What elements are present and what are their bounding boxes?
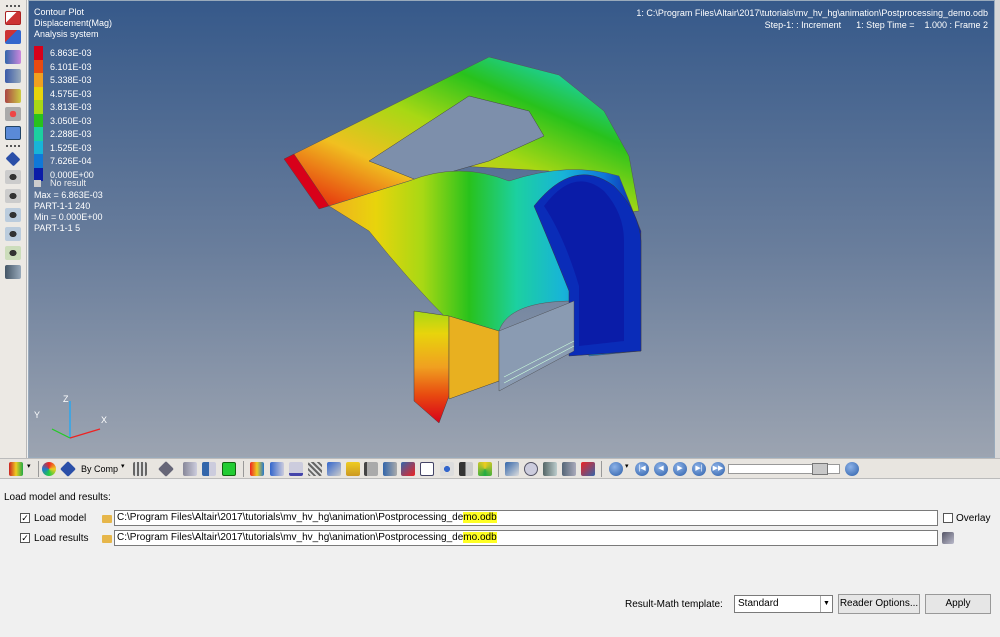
eye-icon[interactable] — [5, 170, 21, 184]
wireframe-icon[interactable] — [133, 462, 147, 476]
feature-lines-icon[interactable] — [183, 462, 197, 476]
toolbar-separator — [38, 461, 39, 477]
model-path-prefix: C:\Program Files\Altair\2017\tutorials\m… — [117, 512, 464, 523]
eye-icon[interactable] — [5, 246, 21, 260]
load-panel: Load model and results: ✓ Load model C:\… — [0, 480, 1000, 637]
axis-z-label: Z — [63, 394, 69, 404]
section-title: Load model and results: — [4, 492, 111, 503]
play-icon[interactable]: ▶ — [673, 462, 687, 476]
vector-icon[interactable] — [5, 30, 21, 44]
query-icon[interactable] — [383, 462, 397, 476]
model-path-highlight: mo.odb — [463, 512, 497, 523]
shaded-icon[interactable] — [158, 461, 174, 477]
iso-icon[interactable] — [5, 89, 21, 103]
move-icon[interactable] — [459, 462, 473, 476]
load-results-checkbox[interactable]: ✓ — [20, 533, 30, 543]
deformed-icon[interactable] — [5, 69, 21, 83]
left-toolbar — [0, 0, 27, 458]
toolbar-grip — [6, 145, 20, 147]
eye-icon[interactable] — [5, 227, 21, 241]
load-model-label: Load model — [34, 513, 87, 524]
note-icon[interactable] — [401, 462, 415, 476]
component-icon[interactable] — [222, 462, 236, 476]
results-path-field[interactable]: C:\Program Files\Altair\2017\tutorials\m… — [114, 530, 938, 546]
model-geometry — [283, 56, 642, 424]
chevron-down-icon[interactable]: ▾ — [27, 462, 33, 476]
previous-frame-icon[interactable]: ◀ — [654, 462, 668, 476]
overlay-checkbox[interactable] — [943, 513, 953, 523]
legend-icon[interactable] — [250, 462, 264, 476]
chevron-down-icon[interactable]: ▾ — [121, 462, 129, 476]
template-value: Standard — [738, 598, 779, 609]
graphics-viewport[interactable]: Contour Plot Displacement(Mag) Analysis … — [28, 0, 995, 458]
gear-icon[interactable] — [845, 462, 859, 476]
display-icon[interactable] — [5, 151, 21, 167]
chart-icon[interactable] — [581, 462, 595, 476]
contour-icon[interactable] — [5, 11, 21, 25]
axis-y-label: Y — [34, 410, 41, 420]
tracking-icon[interactable] — [5, 107, 21, 121]
truck-icon[interactable] — [543, 462, 557, 476]
tensor-icon[interactable] — [5, 50, 21, 64]
eye-icon[interactable] — [5, 189, 21, 203]
color-wheel-icon[interactable] — [42, 462, 56, 476]
tool-icon[interactable] — [505, 462, 519, 476]
plane-icon[interactable] — [289, 462, 303, 476]
cube-icon[interactable] — [60, 461, 76, 477]
chevron-down-icon[interactable]: ▾ — [625, 462, 631, 476]
mirror-icon[interactable] — [202, 462, 216, 476]
toolbar-separator — [498, 461, 499, 477]
measure-icon[interactable] — [364, 462, 378, 476]
toolbar-grip — [6, 5, 20, 7]
toolbar-separator — [601, 461, 602, 477]
folder-icon[interactable] — [102, 535, 112, 543]
viewport-scroll-strip — [995, 0, 1000, 458]
axis-triad — [51, 401, 101, 439]
last-frame-icon[interactable]: ▶▶ — [711, 462, 725, 476]
overlay-label: Overlay — [956, 513, 991, 524]
toolbar-separator — [243, 461, 244, 477]
contour-mode-icon[interactable] — [9, 462, 23, 476]
rotate-icon[interactable] — [478, 462, 492, 476]
axis-x-label: X — [101, 415, 108, 425]
table-icon[interactable] — [420, 462, 434, 476]
eye-icon[interactable] — [5, 208, 21, 222]
folder-icon[interactable] — [102, 515, 112, 523]
bar-icon[interactable] — [270, 462, 284, 476]
comment-icon[interactable] — [524, 462, 538, 476]
results-path-prefix: C:\Program Files\Altair\2017\tutorials\m… — [117, 532, 464, 543]
frame-slider-thumb[interactable] — [811, 463, 828, 475]
load-model-checkbox[interactable]: ✓ — [20, 513, 30, 523]
chevron-down-icon[interactable]: ▼ — [820, 596, 832, 612]
next-frame-icon[interactable]: ▶| — [692, 462, 706, 476]
mesh-icon[interactable] — [308, 462, 322, 476]
model-path-field[interactable]: C:\Program Files\Altair\2017\tutorials\m… — [114, 510, 938, 526]
pen-icon[interactable] — [327, 462, 341, 476]
main-toolbar: ▾ By Comp ▾ ▾ |◀ ◀ ▶ ▶| ▶▶ — [0, 458, 1000, 479]
reader-options-button[interactable]: Reader Options... — [838, 594, 920, 614]
template-label: Result-Math template: — [625, 599, 723, 610]
results-options-icon[interactable] — [942, 532, 954, 544]
section-icon[interactable] — [5, 265, 21, 279]
template-select[interactable]: Standard ▼ — [734, 595, 833, 613]
first-frame-icon[interactable]: |◀ — [635, 462, 649, 476]
results-path-highlight: mo.odb — [463, 532, 497, 543]
car-icon[interactable] — [562, 462, 576, 476]
hand-icon[interactable] — [346, 462, 360, 476]
monitor-icon[interactable] — [5, 126, 21, 140]
load-results-label: Load results — [34, 533, 89, 544]
animation-mode-icon[interactable] — [609, 462, 623, 476]
apply-button[interactable]: Apply — [925, 594, 991, 614]
frame-slider[interactable] — [728, 463, 840, 475]
person-icon[interactable] — [440, 462, 454, 476]
